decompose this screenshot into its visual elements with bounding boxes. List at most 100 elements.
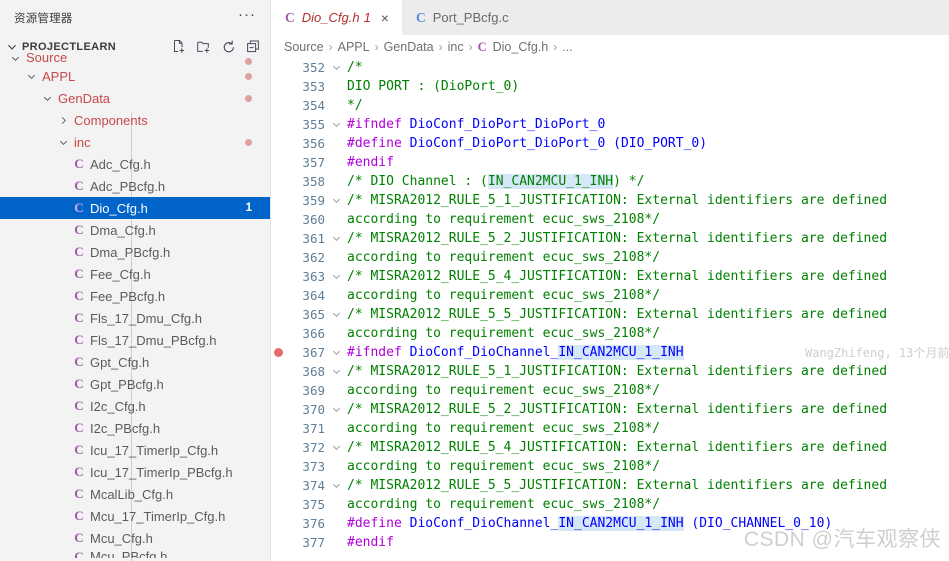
code-line[interactable]: 373 according to requirement ecuc_sws_210… [271, 457, 949, 476]
chevron-down-icon[interactable] [8, 52, 22, 65]
chevron-down-icon[interactable] [40, 91, 54, 105]
code-line[interactable]: 363 /* MISRA2012_RULE_5_4_JUSTIFICATION: … [271, 267, 949, 286]
line-number: 363 [302, 269, 325, 284]
code-line[interactable]: 377 #endif [271, 533, 949, 552]
fold-chevron-icon[interactable] [327, 366, 345, 377]
tree-file-icu-17-timerip-pbcfg-h[interactable]: C Icu_17_TimerIp_PBcfg.h [0, 461, 270, 483]
fold-chevron-icon[interactable] [327, 271, 345, 282]
code-token: according to requirement ecuc_sws_2108*/ [347, 212, 661, 227]
code-token: #define [347, 516, 410, 531]
code-line[interactable]: 356 #define DioConf_DioPort_DioPort_0 (DI… [271, 134, 949, 153]
tree-folder-gendata[interactable]: GenData [0, 87, 270, 109]
code-line[interactable]: 368 /* MISRA2012_RULE_5_1_JUSTIFICATION: … [271, 362, 949, 381]
fold-chevron-icon[interactable] [327, 119, 345, 130]
code-line[interactable]: 360 according to requirement ecuc_sws_210… [271, 210, 949, 229]
code-line[interactable]: 358 /* DIO Channel : (IN_CAN2MCU_1_INH) *… [271, 172, 949, 191]
code-line[interactable]: 370 /* MISRA2012_RULE_5_2_JUSTIFICATION: … [271, 400, 949, 419]
code-line[interactable]: 362 according to requirement ecuc_sws_210… [271, 248, 949, 267]
tree-folder-components[interactable]: Components [0, 109, 270, 131]
code-token: DioConf_DioPort_DioPort_0 [409, 117, 606, 132]
fold-chevron-icon[interactable] [327, 347, 345, 358]
file-tree[interactable]: Source APPL GenData Components inc C Adc_Cfg.h… [0, 52, 270, 561]
tree-file-dma-cfg-h[interactable]: C Dma_Cfg.h [0, 219, 270, 241]
tree-folder-inc[interactable]: inc [0, 131, 270, 153]
explorer-title-row: 资源管理器 ··· [0, 0, 270, 35]
breadcrumb-item-source[interactable]: Source [284, 40, 324, 54]
chevron-down-icon[interactable] [56, 135, 70, 149]
tree-file-dma-pbcfg-h[interactable]: C Dma_PBcfg.h [0, 241, 270, 263]
code-line[interactable]: 353 DIO PORT : (DioPort_0) [271, 77, 949, 96]
fold-chevron-icon[interactable] [327, 480, 345, 491]
tree-file-mcu-17-timerip-cfg-h[interactable]: C Mcu_17_TimerIp_Cfg.h [0, 505, 270, 527]
code-text: according to requirement ecuc_sws_2108*/ [345, 326, 660, 341]
breadcrumb-item-inc[interactable]: inc [448, 40, 464, 54]
code-line[interactable]: 374 /* MISRA2012_RULE_5_5_JUSTIFICATION: … [271, 476, 949, 495]
line-number: 362 [302, 250, 325, 265]
line-number: 366 [302, 326, 325, 341]
code-line[interactable]: 352 /* [271, 59, 949, 77]
code-token: DioConf_DioChannel_ [409, 345, 559, 360]
fold-chevron-icon[interactable] [327, 404, 345, 415]
tree-file-adc-cfg-h[interactable]: C Adc_Cfg.h [0, 153, 270, 175]
more-actions-icon[interactable]: ··· [232, 7, 262, 26]
code-line[interactable]: 359 /* MISRA2012_RULE_5_1_JUSTIFICATION: … [271, 191, 949, 210]
code-line[interactable]: 355 #ifndef DioConf_DioPort_DioPort_0 [271, 115, 949, 134]
tree-file-fee-cfg-h[interactable]: C Fee_Cfg.h [0, 263, 270, 285]
tree-file-gpt-cfg-h[interactable]: C Gpt_Cfg.h [0, 351, 270, 373]
code-line[interactable]: 354 */ [271, 96, 949, 115]
explorer-title: 资源管理器 [14, 12, 73, 25]
tree-folder-source[interactable]: Source [0, 52, 270, 65]
code-line[interactable]: 376 #define DioConf_DioChannel_IN_CAN2MCU… [271, 514, 949, 533]
tab-port-pbcfg-c[interactable]: C Port_PBcfg.c [401, 0, 520, 35]
tree-file-mcallib-cfg-h[interactable]: C McalLib_Cfg.h [0, 483, 270, 505]
close-icon[interactable]: × [379, 10, 391, 26]
code-line[interactable]: 375 according to requirement ecuc_sws_210… [271, 495, 949, 514]
tree-item-label: Mcu_PBcfg.h [90, 549, 168, 558]
chevron-down-icon[interactable] [24, 69, 38, 83]
tree-file-i2c-cfg-h[interactable]: C I2c_Cfg.h [0, 395, 270, 417]
code-line[interactable]: 369 according to requirement ecuc_sws_210… [271, 381, 949, 400]
breadcrumb-item-appl[interactable]: APPL [338, 40, 370, 54]
tree-file-gpt-pbcfg-h[interactable]: C Gpt_PBcfg.h [0, 373, 270, 395]
tree-file-dio-cfg-h[interactable]: C Dio_Cfg.h 1 [0, 197, 270, 219]
code-token: according to requirement ecuc_sws_2108*/ [347, 250, 661, 265]
tree-file-fls-17-dmu-cfg-h[interactable]: C Fls_17_Dmu_Cfg.h [0, 307, 270, 329]
tree-file-fee-pbcfg-h[interactable]: C Fee_PBcfg.h [0, 285, 270, 307]
code-line[interactable]: 367 #ifndef DioConf_DioChannel_IN_CAN2MCU… [271, 343, 949, 362]
fold-chevron-icon[interactable] [327, 233, 345, 244]
tree-file-i2c-pbcfg-h[interactable]: C I2c_PBcfg.h [0, 417, 270, 439]
line-number: 369 [302, 383, 325, 398]
code-editor[interactable]: 352 /* 353 DIO PORT : (DioPort_0) 354 */ 355 #i… [271, 59, 949, 561]
code-token: */ [347, 98, 363, 113]
line-number: 364 [302, 288, 325, 303]
chevron-right-icon[interactable] [56, 113, 70, 127]
tree-file-fls-17-dmu-pbcfg-h[interactable]: C Fls_17_Dmu_PBcfg.h [0, 329, 270, 351]
code-line[interactable]: 365 /* MISRA2012_RULE_5_5_JUSTIFICATION: … [271, 305, 949, 324]
code-line[interactable]: 366 according to requirement ecuc_sws_210… [271, 324, 949, 343]
tree-file-icu-17-timerip-cfg-h[interactable]: C Icu_17_TimerIp_Cfg.h [0, 439, 270, 461]
tree-file-mcu-cfg-h[interactable]: C Mcu_Cfg.h [0, 527, 270, 549]
code-text: /* MISRA2012_RULE_5_2_JUSTIFICATION: Ext… [345, 402, 887, 417]
fold-chevron-icon[interactable] [327, 309, 345, 320]
code-line[interactable]: 364 according to requirement ecuc_sws_210… [271, 286, 949, 305]
code-line[interactable]: 372 /* MISRA2012_RULE_5_4_JUSTIFICATION: … [271, 438, 949, 457]
fold-chevron-icon[interactable] [327, 195, 345, 206]
breadcrumb-item-overflow[interactable]: ... [562, 40, 572, 54]
fold-chevron-icon[interactable] [327, 442, 345, 453]
breadcrumb-item-file[interactable]: Dio_Cfg.h [493, 40, 549, 54]
tree-file-mcu-pbcfg-h[interactable]: C Mcu_PBcfg.h [0, 549, 270, 558]
code-token: /* MISRA2012_RULE_5_5_JUSTIFICATION: Ext… [347, 307, 888, 322]
breadcrumb-item-gendata[interactable]: GenData [384, 40, 434, 54]
modified-dot-icon [245, 138, 252, 146]
line-number: 374 [302, 478, 325, 493]
code-line[interactable]: 371 according to requirement ecuc_sws_210… [271, 419, 949, 438]
tree-folder-appl[interactable]: APPL [0, 65, 270, 87]
code-line[interactable]: 361 /* MISRA2012_RULE_5_2_JUSTIFICATION: … [271, 229, 949, 248]
fold-chevron-icon[interactable] [327, 62, 345, 73]
code-text: DIO PORT : (DioPort_0) [345, 79, 519, 94]
tree-file-adc-pbcfg-h[interactable]: C Adc_PBcfg.h [0, 175, 270, 197]
code-text: /* MISRA2012_RULE_5_5_JUSTIFICATION: Ext… [345, 307, 887, 322]
chevron-right-icon: › [374, 40, 379, 54]
code-line[interactable]: 357 #endif [271, 153, 949, 172]
tab-dio-cfg-h[interactable]: C Dio_Cfg.h 1 × [271, 0, 402, 35]
